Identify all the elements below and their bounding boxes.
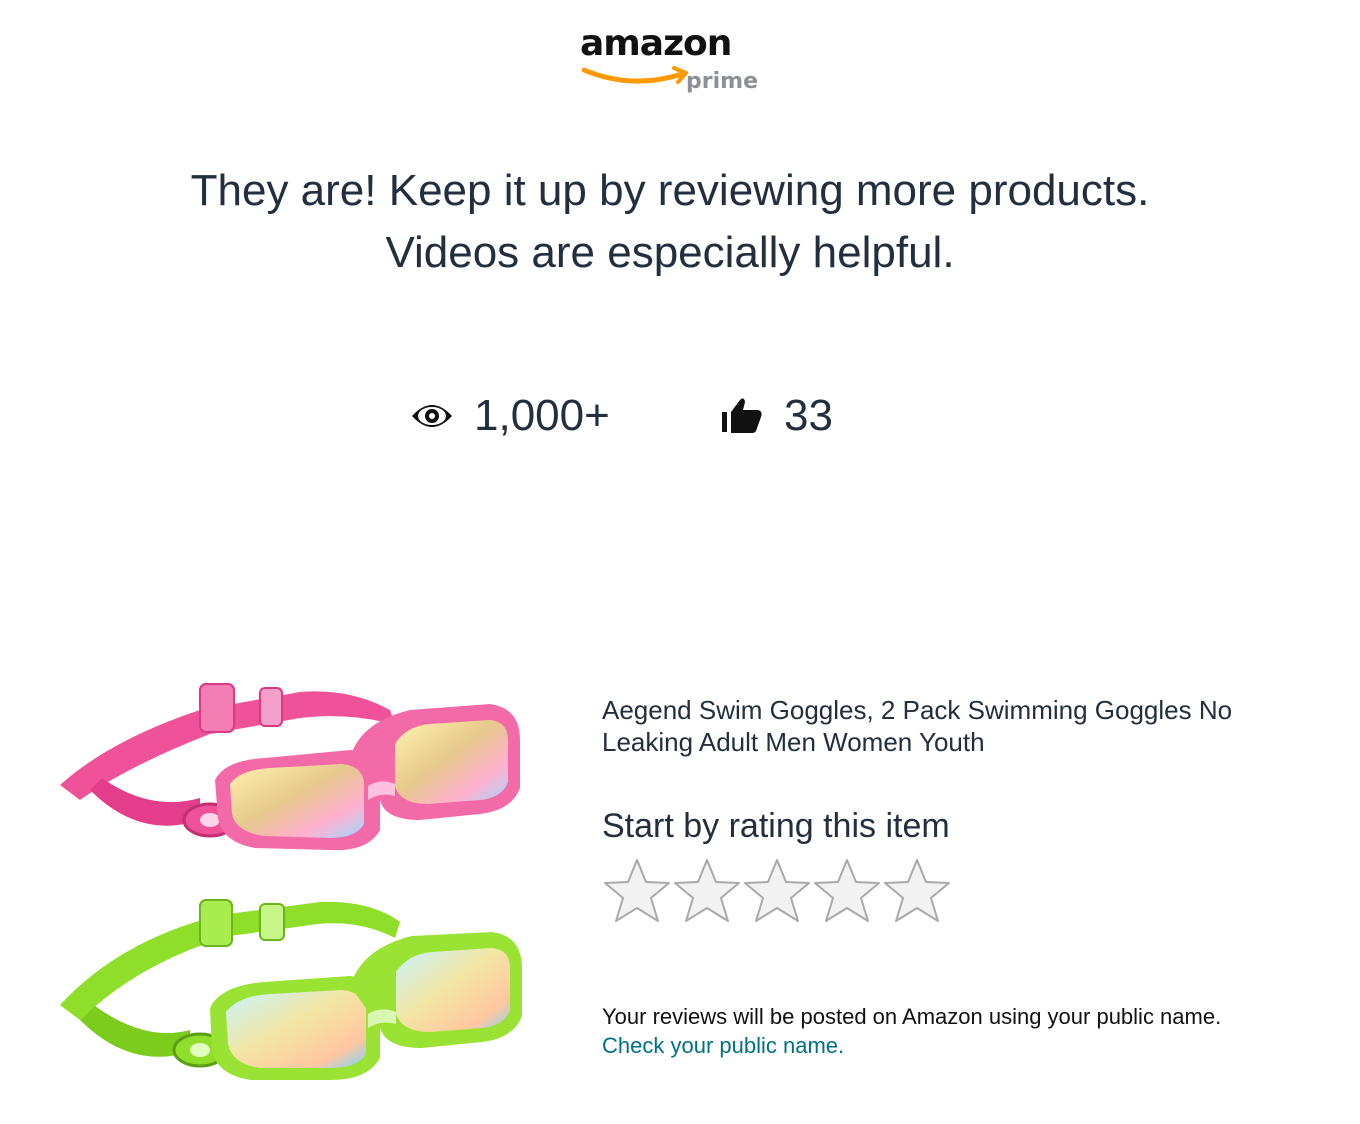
amazon-prime-logo: amazon prime [580, 22, 770, 96]
star-4-icon[interactable] [812, 856, 882, 926]
headline-line-1: They are! Keep it up by reviewing more p… [190, 166, 1150, 215]
green-goggles [60, 899, 522, 1080]
thumbs-up-icon [722, 398, 762, 433]
star-1-icon[interactable] [602, 856, 672, 926]
star-2-icon[interactable] [672, 856, 742, 926]
amazon-wordmark: amazon [580, 23, 732, 64]
views-stat: 1,000+ [410, 386, 610, 446]
product-image[interactable] [50, 670, 540, 1110]
prime-wordmark: prime [686, 69, 758, 94]
eye-icon [412, 405, 452, 427]
public-name-note: Your reviews will be posted on Amazon us… [602, 1002, 1322, 1060]
public-name-note-text: Your reviews will be posted on Amazon us… [602, 1004, 1222, 1029]
confirmation-headline: They are! Keep it up by reviewing more p… [0, 160, 1340, 284]
star-3-icon[interactable] [742, 856, 812, 926]
star-rating[interactable] [602, 856, 952, 926]
helpful-stat: 33 [720, 386, 833, 446]
check-public-name-link[interactable]: Check your public name. [602, 1031, 1322, 1060]
product-title[interactable]: Aegend Swim Goggles, 2 Pack Swimming Gog… [602, 694, 1302, 758]
helpful-count: 33 [784, 391, 833, 440]
views-count: 1,000+ [474, 391, 610, 440]
rating-prompt: Start by rating this item [602, 807, 950, 845]
pink-goggles [60, 683, 520, 851]
amazon-smile-icon [582, 66, 688, 84]
star-5-icon[interactable] [882, 856, 952, 926]
headline-line-2: Videos are especially helpful. [385, 228, 955, 277]
